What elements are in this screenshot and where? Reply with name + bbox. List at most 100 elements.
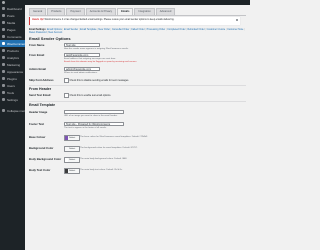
subnav-link[interactable]: Customer Note [227,28,243,31]
sidebar-item-label: Plugins [7,76,17,81]
tab-item[interactable]: General [29,8,47,15]
sidebar-item[interactable]: Marketing [0,61,25,68]
sidebar-item[interactable]: Tools [0,89,25,96]
sidebar-item[interactable]: Settings [0,96,25,103]
sidebar-item[interactable]: Media [0,19,25,26]
from-email-label: From Email [29,53,45,57]
sidebar-item-label: Users [7,83,15,88]
color-row: Body Text Color Select colour The main bod… [29,168,246,174]
footer-text-input[interactable]: Test site - Powered by WooCommerce [64,122,124,126]
tab-item[interactable]: Payment [66,8,85,15]
color-picker-button[interactable]: Select colour [64,135,80,141]
from-name-row: From Name Test site How the sender name … [29,43,246,52]
color-desc: The base colour for WooCommerce email te… [80,136,148,138]
subnav-link[interactable]: Processing Order [147,28,166,31]
color-row: Body Background Color Select colour The ma… [29,157,246,163]
subnav-link[interactable]: Reset Password [29,31,46,34]
subnav-link[interactable]: New Order [98,28,110,31]
subnav-link[interactable]: Email Template [80,28,96,31]
tools-icon [2,91,5,94]
section-title: Email Sender Options [29,36,71,41]
admin-sidebar: Dashboard Posts Media Pages Comments WooComme… [0,5,25,250]
sidebar-item-label: Settings [7,97,18,102]
color-picker-button[interactable]: Select colour [64,146,80,152]
sidebar-item[interactable]: Analytics [0,54,25,61]
comment-icon [2,35,5,38]
admin-email-label: Admin Email [29,67,46,71]
tab-item[interactable]: Accounts & Privacy [85,8,117,15]
settings-icon [2,98,5,101]
color-picker-button[interactable]: Select colour [64,168,80,174]
plugin-icon [2,77,5,80]
pin-icon [2,14,5,17]
skip-from-row: Skip Font Address Check this to disable … [29,78,246,83]
select-color-label: Select colour [69,170,76,172]
sidebar-item[interactable]: Collapse menu [0,107,25,114]
color-label: Body Text Color [29,168,51,172]
divider [29,101,246,102]
tab-item[interactable]: Emails [117,8,134,15]
subnav-link[interactable]: Cancelled Order [112,28,129,31]
sidebar-item[interactable]: Dashboard [0,5,25,12]
sidebar-item-label: Media [7,20,16,25]
sidebar-item[interactable]: WooCommerce [0,40,25,47]
dashboard-icon [2,7,5,10]
tab-item[interactable]: Integration [134,8,155,15]
sidebar-item-label: Analytics [7,55,20,60]
admin-email-input[interactable]: admin@example.com [64,67,100,71]
sidebar-item[interactable]: Comments [0,33,25,40]
sidebar-item-label: Comments [7,34,22,39]
from-name-input[interactable]: Test site [64,43,100,47]
send-test-checkbox[interactable]: Check this to enable test email options. [64,93,111,98]
color-picker-button[interactable]: Select colour [64,157,80,163]
sidebar-item[interactable]: Appearance [0,68,25,75]
sidebar-item[interactable]: Posts [0,12,25,19]
product-icon [2,49,5,52]
from-header-title: From Header [29,87,52,91]
sidebar-item[interactable]: Plugins [0,75,25,82]
footer-text-desc: The text to appear in the footer of all … [64,127,107,129]
sidebar-item-label: Pages [7,27,16,32]
footer-text-row: Footer Text Test site - Powered by WooCo… [29,122,246,132]
send-test-checkbox-label: Check this to enable test email options. [69,93,112,97]
from-email-row: From Email test@example.com Email addres… [29,53,246,65]
checkbox-icon [64,78,69,83]
sidebar-item-label: Products [7,48,19,53]
header-image-row: Header Image URL of an image you want to… [29,110,246,120]
admin-email-desc: Where to send admin notifications. [64,72,98,74]
email-subnav: Email Settings: Email Options | Email Se… [29,28,246,35]
skip-from-label: Skip Font Address [29,78,54,82]
color-label: Body Background Color [29,157,62,161]
footer-text-label: Footer Text [29,122,45,126]
from-email-warning: Emails from this domain may be flagged a… [64,61,138,63]
wordpress-icon[interactable] [2,1,5,4]
notice-strong: Heads Up! [32,18,44,21]
subnav-link[interactable]: Email Sender [64,28,78,31]
subnav-link[interactable]: New Account [48,31,62,34]
page-icon [2,28,5,31]
color-desc: The background colour for email template… [80,147,138,149]
select-color-label: Select colour [69,159,76,161]
send-test-label: Send Test Email [29,93,51,97]
analytics-icon [2,56,5,59]
subnav-link[interactable]: Refunded Order [188,28,205,31]
sidebar-item[interactable]: Products [0,47,25,54]
sidebar-item-label: Marketing [7,62,21,67]
close-icon[interactable] [236,19,238,21]
color-desc: The main body text colour. Default #3c3c… [80,169,123,171]
from-email-desc: Email address that outgoing messages are… [64,58,116,60]
select-color-label: Select colour [69,137,76,139]
tab-item[interactable]: Advanced [155,8,176,15]
subnav-link[interactable]: Customer Invoice [207,28,226,31]
sidebar-item[interactable]: Pages [0,26,25,33]
from-email-input[interactable]: test@example.com [64,53,100,57]
notice-banner: Heads Up! WooCommerce 4.x has changed de… [29,17,240,25]
skip-from-checkbox[interactable]: Check this to disable sending emails for… [64,78,129,83]
subnav-link[interactable]: Completed Order [167,28,185,31]
from-name-label: From Name [29,43,45,47]
sidebar-item[interactable]: Users [0,82,25,89]
subnav-link[interactable]: Failed Order [131,28,144,31]
header-image-input[interactable] [64,110,124,114]
color-desc: The main body background colour. Default… [80,158,127,160]
tab-item[interactable]: Products [47,8,66,15]
